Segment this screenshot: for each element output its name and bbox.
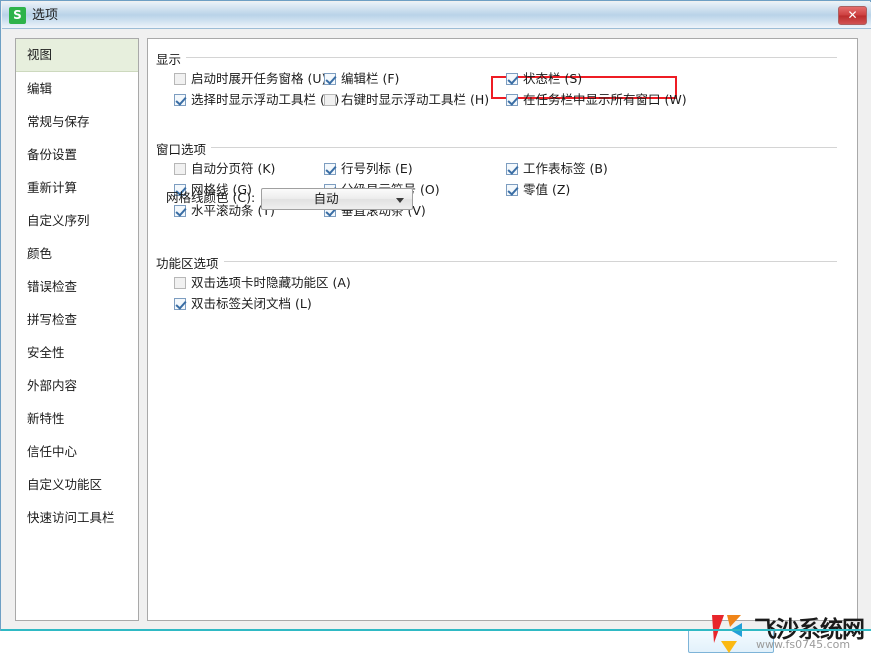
- gridline-color-value: 自动: [313, 190, 339, 206]
- checkbox-label: 工作表标签 (B): [523, 161, 608, 176]
- gridline-color-row: 网格线颜色 (C): 自动: [166, 187, 414, 210]
- chevron-down-icon: [396, 197, 405, 203]
- sidebar-item-4[interactable]: 重新计算: [16, 171, 138, 204]
- checkbox-2-1[interactable]: 双击标签关闭文档 (L): [174, 296, 312, 311]
- sidebar-item-6[interactable]: 颜色: [16, 237, 138, 270]
- checkbox-label: 右键时显示浮动工具栏 (H): [341, 92, 490, 107]
- gridline-color-label: 网格线颜色 (C):: [166, 190, 256, 205]
- sidebar-item-label: 安全性: [27, 345, 65, 360]
- sidebar-item-label: 常规与保存: [27, 114, 90, 129]
- sidebar-item-label: 拼写检查: [27, 312, 78, 327]
- checkbox-label: 选择时显示浮动工具栏 (D): [191, 92, 340, 107]
- sidebar-item-2[interactable]: 常规与保存: [16, 105, 138, 138]
- checkbox-0-0[interactable]: 启动时展开任务窗格 (U): [174, 71, 326, 86]
- empty-box-icon: [324, 94, 336, 106]
- checkmark-icon: [506, 73, 518, 85]
- checkbox-label: 行号列标 (E): [341, 161, 413, 176]
- checkbox-0-5[interactable]: 在任务栏中显示所有窗口 (W): [506, 92, 687, 107]
- checkbox-0-4[interactable]: 状态栏 (S): [506, 71, 582, 86]
- checkbox-1-0[interactable]: 自动分页符 (K): [174, 161, 275, 176]
- group-divider: [156, 57, 837, 58]
- sidebar-item-label: 新特性: [27, 411, 65, 426]
- checkbox-label: 零值 (Z): [523, 182, 571, 197]
- sidebar-item-label: 自定义功能区: [27, 477, 103, 492]
- sidebar-item-1[interactable]: 编辑: [16, 72, 138, 105]
- dialog-body: 视图编辑常规与保存备份设置重新计算自定义序列颜色错误检查拼写检查安全性外部内容新…: [2, 29, 871, 653]
- empty-box-icon: [174, 163, 186, 175]
- sidebar-item-label: 颜色: [27, 246, 53, 261]
- checkbox-label: 双击标签关闭文档 (L): [191, 296, 312, 311]
- sidebar-item-14[interactable]: 快速访问工具栏: [16, 501, 138, 534]
- checkbox-label: 自动分页符 (K): [191, 161, 276, 176]
- sidebar-item-10[interactable]: 外部内容: [16, 369, 138, 402]
- checkbox-label: 启动时展开任务窗格 (U): [191, 71, 327, 86]
- group-divider: [156, 261, 837, 262]
- brand-url: www.fs0745.com: [756, 638, 851, 651]
- sidebar-item-label: 快速访问工具栏: [27, 510, 115, 525]
- close-icon[interactable]: ✕: [838, 6, 867, 25]
- sidebar-item-label: 外部内容: [27, 378, 78, 393]
- checkbox-1-6[interactable]: 工作表标签 (B): [506, 161, 608, 176]
- sidebar-item-0[interactable]: 视图: [16, 39, 138, 72]
- checkbox-label: 在任务栏中显示所有窗口 (W): [523, 92, 687, 107]
- checkbox-0-3[interactable]: 右键时显示浮动工具栏 (H): [324, 92, 489, 107]
- checkmark-icon: [174, 94, 186, 106]
- sidebar-item-5[interactable]: 自定义序列: [16, 204, 138, 237]
- checkmark-icon: [324, 163, 336, 175]
- empty-box-icon: [174, 277, 186, 289]
- checkbox-0-1[interactable]: 选择时显示浮动工具栏 (D): [174, 92, 339, 107]
- sidebar-item-label: 错误检查: [27, 279, 78, 294]
- gridline-color-select[interactable]: 自动: [261, 187, 414, 210]
- settings-category-sidebar[interactable]: 视图编辑常规与保存备份设置重新计算自定义序列颜色错误检查拼写检查安全性外部内容新…: [15, 38, 139, 621]
- checkbox-label: 编辑栏 (F): [341, 71, 400, 86]
- sidebar-item-3[interactable]: 备份设置: [16, 138, 138, 171]
- checkbox-label: 状态栏 (S): [523, 71, 583, 86]
- sidebar-item-label: 信任中心: [27, 444, 78, 459]
- group-title: 窗口选项: [156, 139, 212, 158]
- sidebar-item-9[interactable]: 安全性: [16, 336, 138, 369]
- checkmark-icon: [506, 94, 518, 106]
- sidebar-item-8[interactable]: 拼写检查: [16, 303, 138, 336]
- checkmark-icon: [506, 184, 518, 196]
- sidebar-item-label: 重新计算: [27, 180, 78, 195]
- sidebar-item-13[interactable]: 自定义功能区: [16, 468, 138, 501]
- sidebar-item-11[interactable]: 新特性: [16, 402, 138, 435]
- sidebar-item-label: 备份设置: [27, 147, 78, 162]
- checkmark-icon: [174, 298, 186, 310]
- app-logo-icon: S: [9, 7, 26, 24]
- checkbox-0-2[interactable]: 编辑栏 (F): [324, 71, 399, 86]
- title-bar: S 选项 ✕: [2, 2, 871, 29]
- site-watermark: 飞沙系统网 www.fs0745.com: [708, 609, 868, 657]
- group-title: 功能区选项: [156, 253, 224, 272]
- options-dialog-window: S 选项 ✕ 视图编辑常规与保存备份设置重新计算自定义序列颜色错误检查拼写检查安…: [0, 0, 871, 653]
- checkbox-1-3[interactable]: 行号列标 (E): [324, 161, 413, 176]
- checkbox-2-0[interactable]: 双击选项卡时隐藏功能区 (A): [174, 275, 351, 290]
- checkmark-icon: [506, 163, 518, 175]
- sidebar-item-7[interactable]: 错误检查: [16, 270, 138, 303]
- empty-box-icon: [174, 73, 186, 85]
- sidebar-item-label: 编辑: [27, 81, 53, 96]
- window-title: 选项: [32, 8, 59, 23]
- checkmark-icon: [324, 73, 336, 85]
- sidebar-item-12[interactable]: 信任中心: [16, 435, 138, 468]
- group-divider: [156, 147, 837, 148]
- group-title: 显示: [156, 49, 187, 68]
- sidebar-item-label: 自定义序列: [27, 213, 90, 228]
- view-settings-panel: 显示 启动时展开任务窗格 (U) 选择时显示浮动工具栏 (D) 编辑栏 (F) 右键时显…: [147, 38, 858, 621]
- checkbox-1-7[interactable]: 零值 (Z): [506, 182, 570, 197]
- brand-logo-icon: [712, 615, 742, 653]
- sidebar-item-label: 视图: [27, 47, 53, 62]
- checkbox-label: 双击选项卡时隐藏功能区 (A): [191, 275, 351, 290]
